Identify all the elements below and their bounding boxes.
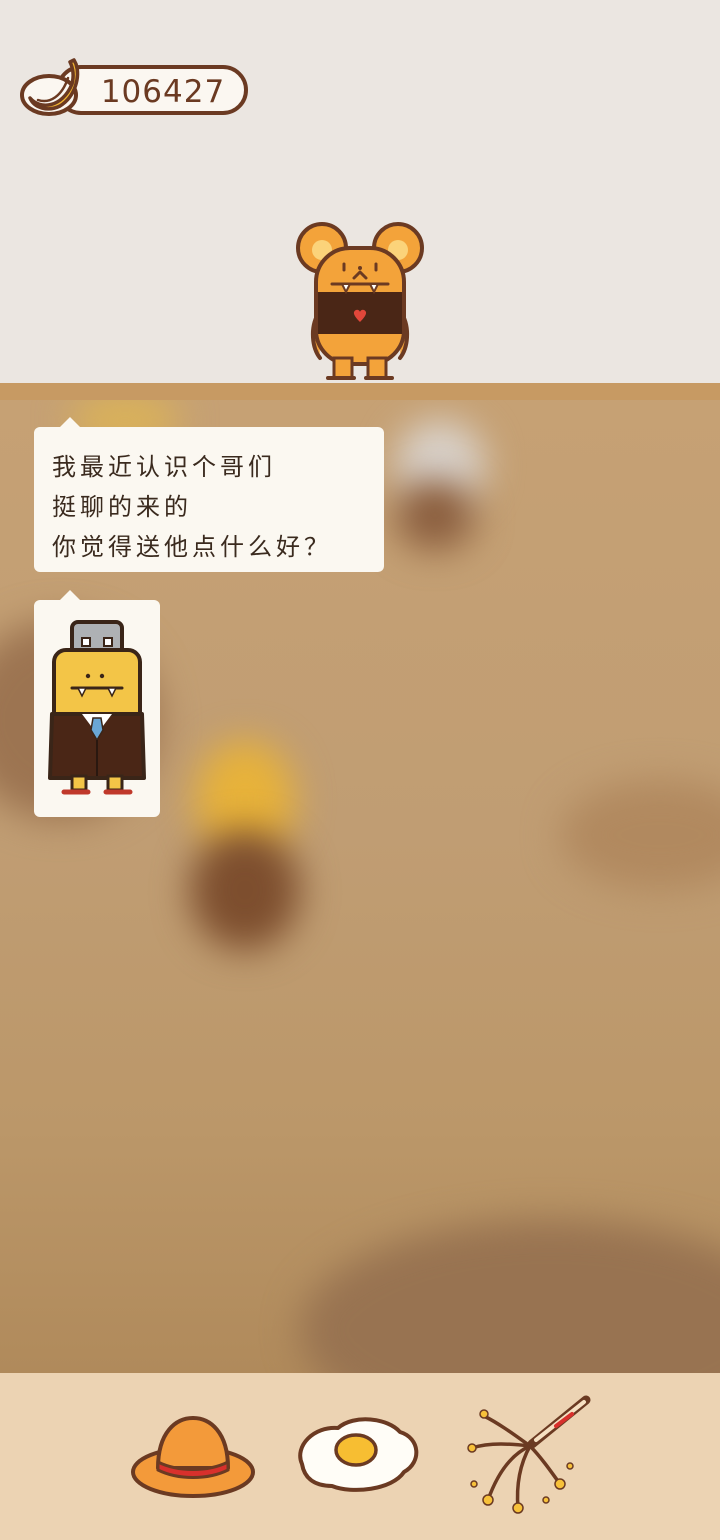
sparkler-icon[interactable] (460, 1392, 596, 1522)
dialog-bubble: 我最近认识个哥们 挺聊的来的 你觉得送他点什么好？ (34, 417, 384, 572)
fried-egg-icon[interactable] (292, 1412, 424, 1496)
dialog-image-bubble (34, 590, 160, 817)
mouse-character[interactable] (292, 218, 428, 383)
straw-hat-icon[interactable] (128, 1410, 258, 1502)
coin-count: 106427 (100, 74, 226, 110)
shelf-divider (0, 383, 720, 400)
dialog-line-3: 你觉得送他点什么好？ (52, 533, 332, 561)
banana-icon (20, 58, 80, 116)
dialog-line-2: 挺聊的来的 (52, 493, 192, 521)
bubble-tail (58, 417, 82, 429)
robot-suit-character-icon (48, 620, 146, 795)
bubble-tail (58, 590, 82, 602)
dialog-line-1: 我最近认识个哥们 (52, 453, 276, 481)
